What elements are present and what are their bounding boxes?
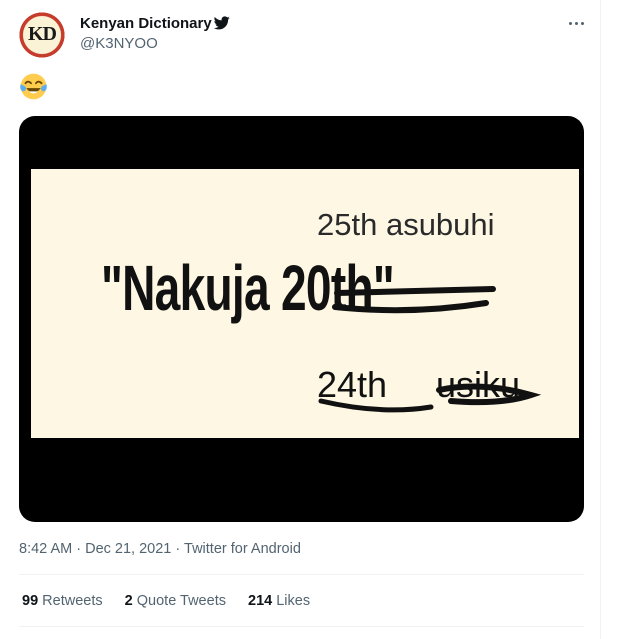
more-dot [574,21,578,25]
twitter-bird-icon [214,16,230,30]
meta-separator: · [76,541,82,557]
author-display-name[interactable]: Kenyan Dictionary [80,15,212,32]
tweet-source[interactable]: Twitter for Android [184,541,301,557]
more-options-button[interactable] [563,12,589,34]
strikethrough-marks [318,286,542,413]
divider [19,626,584,627]
column-border [600,0,601,639]
retweets-label: Retweets [42,593,103,609]
tweet-time[interactable]: 8:42 AM [19,541,72,557]
image-card: 25th asubuhi "Nakuja 20th" 24th usiku [31,169,579,438]
avatar-initials: KD [28,23,57,45]
retweets-count: 99 [22,593,39,609]
tweet-date[interactable]: Dec 21, 2021 [85,541,171,557]
quote-tweets-stat[interactable]: 2 Quote Tweets [125,593,226,609]
avatar[interactable]: KD [18,11,66,59]
quotes-label: Quote Tweets [136,593,226,609]
more-dot [580,21,584,25]
tweet-meta: 8:42 AM · Dec 21, 2021 · Twitter for And… [19,541,301,557]
divider [19,574,584,575]
likes-count: 214 [248,593,273,609]
meta-separator: · [175,541,181,557]
quotes-count: 2 [124,593,133,609]
more-horizontal-icon [568,21,572,25]
likes-label: Likes [276,593,311,609]
retweets-stat[interactable]: 99 Retweets [22,593,103,609]
tweet-stats: 99 Retweets 2 Quote Tweets 214 Likes [22,593,328,609]
face-with-tears-of-joy-icon [20,73,47,100]
author-handle[interactable]: @K3NYOO [80,35,158,52]
tweet-image[interactable]: 25th asubuhi "Nakuja 20th" 24th usiku [19,116,584,522]
likes-stat[interactable]: 214 Likes [248,593,310,609]
